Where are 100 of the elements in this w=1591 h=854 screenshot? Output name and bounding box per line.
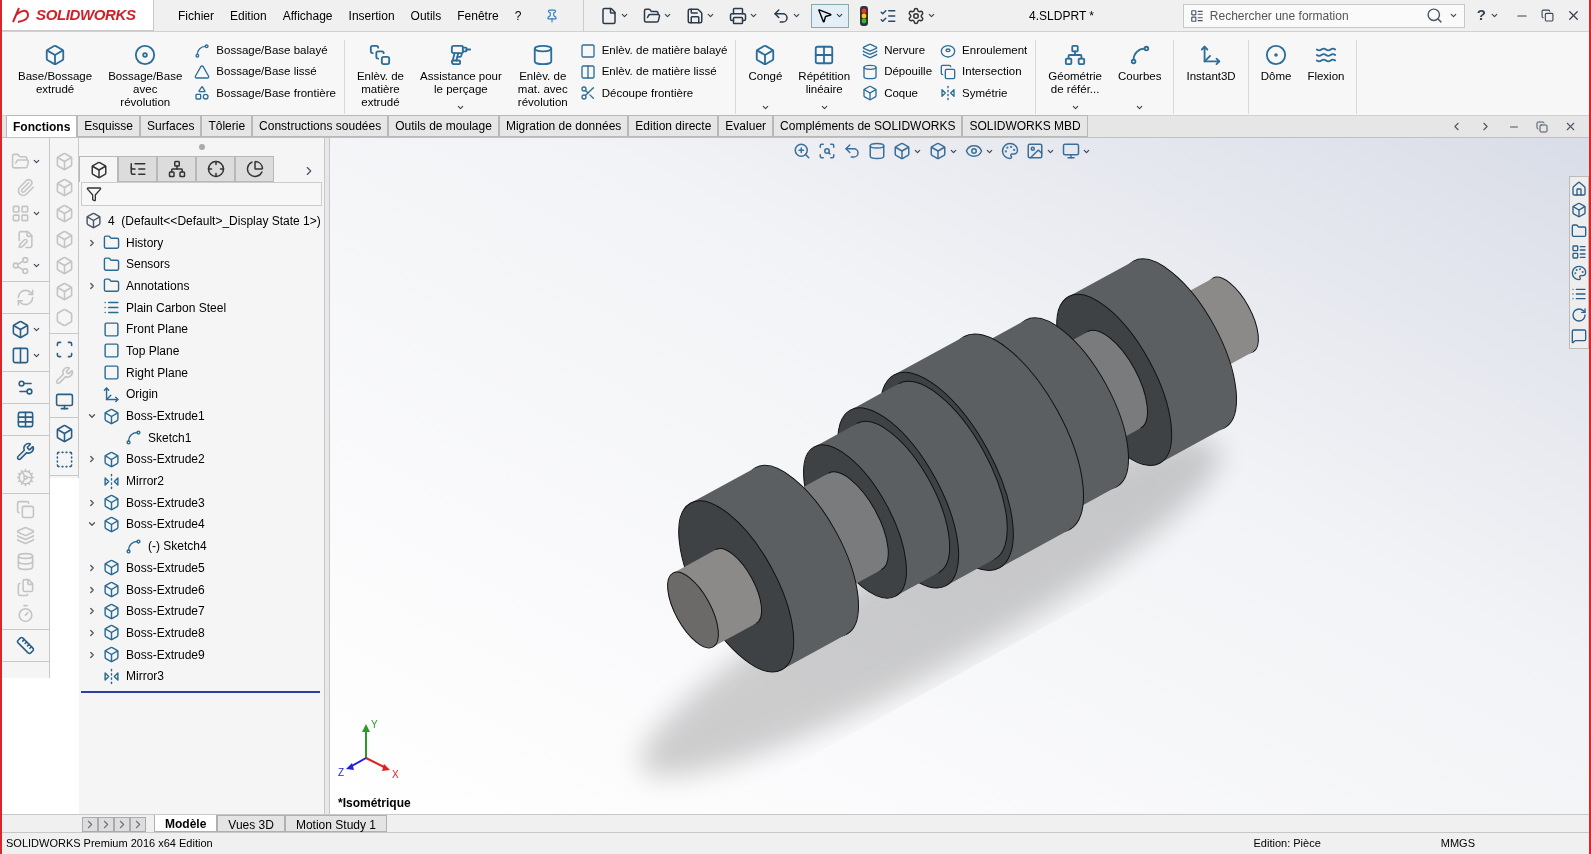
tree-item[interactable]: Boss-Extrude5 (126, 558, 205, 577)
ribbon-button[interactable]: Congé (744, 40, 787, 112)
ribbon-button[interactable]: Bossage/Base balayé (194, 42, 336, 60)
ruler-icon[interactable] (16, 636, 35, 655)
command-tab[interactable]: Compléments de SOLIDWORKS (773, 115, 963, 137)
model-tab[interactable]: Modèle (154, 815, 218, 832)
table-icon[interactable] (16, 410, 35, 429)
command-tab[interactable]: Evaluer (718, 115, 774, 137)
command-tab[interactable]: Fonctions (6, 115, 78, 137)
tree-item[interactable]: Boss-Extrude8 (126, 623, 205, 642)
tree-item[interactable]: Top Plane (126, 341, 180, 360)
command-tab[interactable]: SOLIDWORKS MBD (962, 115, 1088, 137)
ribbon-button[interactable]: Bossage/Base lissé (194, 63, 336, 81)
tree-item[interactable]: (-) Sketch4 (148, 537, 207, 556)
tree-item[interactable]: Boss-Extrude3 (126, 493, 205, 512)
panel-tab[interactable] (157, 156, 196, 182)
part-icon[interactable] (10, 320, 30, 339)
ribbon-button[interactable]: Enlèv. de matière balayé (579, 42, 728, 60)
panel-tab[interactable] (118, 156, 157, 182)
tree-item[interactable]: Origin (126, 385, 158, 404)
rotate-icon[interactable] (1571, 307, 1587, 323)
tree-item[interactable]: History (126, 233, 164, 252)
panel-tab[interactable] (196, 156, 235, 182)
select-tool-button[interactable] (811, 3, 850, 28)
message-icon[interactable] (1571, 328, 1587, 344)
menu-item[interactable]: Fenêtre (457, 6, 499, 25)
ribbon-button[interactable]: Bossage/Base frontière (194, 84, 336, 102)
ribbon-button[interactable]: Répétition linéaire (794, 40, 855, 112)
ribbon-button[interactable]: Enroulement (940, 42, 1028, 60)
part-icon[interactable] (1571, 202, 1587, 218)
menu-item[interactable]: Edition (230, 6, 267, 25)
command-tab[interactable]: Surfaces (140, 115, 202, 137)
traffic-light-icon[interactable] (859, 5, 870, 26)
ribbon-button[interactable]: Nervure (862, 42, 933, 60)
ribbon-button[interactable]: Coque (862, 84, 933, 102)
command-tab[interactable]: Esquisse (77, 115, 141, 137)
list-icon[interactable] (1571, 286, 1587, 302)
command-tab[interactable]: Migration de données (498, 115, 629, 137)
search-box[interactable]: Rechercher une formation (1182, 3, 1465, 28)
panel-tab[interactable] (79, 156, 118, 182)
tree-item[interactable]: Sensors (126, 255, 171, 274)
scene-icon[interactable] (1026, 142, 1044, 160)
tree-item[interactable]: Boss-Extrude2 (126, 450, 205, 469)
tree-item[interactable]: Boss-Extrude9 (126, 645, 205, 664)
restore-icon[interactable] (1541, 9, 1554, 22)
splitter-handle-icon[interactable] (198, 144, 205, 150)
tree-item[interactable]: Boss-Extrude7 (126, 602, 205, 621)
ribbon-button[interactable]: Instant3D (1182, 40, 1240, 112)
menu-item[interactable]: ? (514, 6, 522, 25)
ribbon-button[interactable]: Assistance pour le perçage (416, 40, 506, 112)
ribbon-button[interactable]: Dépouille (862, 63, 933, 81)
command-tab[interactable]: Edition directe (628, 115, 719, 137)
layout-icon[interactable] (1571, 244, 1587, 260)
tree-item[interactable]: Mirror2 (126, 472, 164, 491)
menu-item[interactable]: Affichage (282, 6, 333, 25)
pin-icon[interactable] (545, 8, 560, 23)
home-icon[interactable] (1571, 181, 1587, 197)
model-tab[interactable]: Vues 3D (217, 815, 285, 832)
help-button[interactable]: ? (1476, 4, 1499, 27)
ribbon-button[interactable]: Enlèv. de mat. avec révolution (513, 40, 572, 112)
tree-item[interactable]: Boss-Extrude4 (126, 515, 205, 534)
ribbon-button[interactable]: Découpe frontière (579, 84, 728, 102)
menu-item[interactable]: Fichier (178, 6, 214, 25)
tree-item[interactable]: Right Plane (126, 363, 189, 382)
tree-item[interactable]: Plain Carbon Steel (126, 298, 227, 317)
close-icon[interactable] (1564, 120, 1577, 133)
command-tab[interactable]: Outils de moulage (388, 115, 499, 137)
tree-item[interactable]: Mirror3 (126, 667, 164, 686)
search-input[interactable]: Rechercher une formation (1209, 6, 1420, 25)
ribbon-button[interactable]: Base/Bossage extrudé (14, 40, 97, 112)
ribbon-button[interactable]: Courbes (1114, 40, 1166, 112)
ribbon-button[interactable]: Intersection (940, 63, 1028, 81)
view-orientation-icon[interactable] (893, 142, 911, 160)
ribbon-button[interactable]: Enlèv. de matière extrudé (352, 40, 408, 112)
ribbon-button[interactable]: Symétrie (940, 84, 1028, 102)
tree-item[interactable]: Sketch1 (148, 428, 192, 447)
menu-item[interactable]: Insertion (348, 6, 395, 25)
model-tab[interactable]: Motion Study 1 (284, 815, 387, 832)
tree-root[interactable]: 4 (Default<<Default>_Display State 1>) (108, 211, 321, 230)
command-tab[interactable]: Constructions soudées (252, 115, 389, 137)
tree-item[interactable]: Boss-Extrude1 (126, 407, 205, 426)
ribbon-button[interactable]: Flexion (1303, 40, 1349, 112)
frame-icon[interactable] (54, 450, 74, 469)
wrench-icon[interactable] (16, 442, 35, 461)
zoom-icon[interactable] (793, 142, 811, 160)
panel-tab[interactable] (235, 156, 274, 182)
ribbon-button[interactable]: Enlèv. de matière lissé (579, 63, 728, 81)
command-tab[interactable]: Tôlerie (201, 115, 253, 137)
ribbon-button[interactable]: Dôme (1256, 40, 1296, 112)
tree-item[interactable]: Front Plane (126, 320, 189, 339)
close-icon[interactable] (1566, 8, 1581, 23)
screen-icon[interactable] (54, 392, 74, 411)
monitor-icon[interactable] (1062, 142, 1080, 160)
zoom-area-icon[interactable] (818, 142, 836, 160)
ribbon-button[interactable]: Géométrie de référ... (1044, 40, 1106, 112)
previous-view-icon[interactable] (843, 142, 861, 160)
menu-item[interactable]: Outils (410, 6, 442, 25)
tree-item[interactable]: Boss-Extrude6 (126, 580, 205, 599)
folder-icon[interactable] (1571, 223, 1587, 239)
part-icon[interactable] (54, 424, 74, 443)
